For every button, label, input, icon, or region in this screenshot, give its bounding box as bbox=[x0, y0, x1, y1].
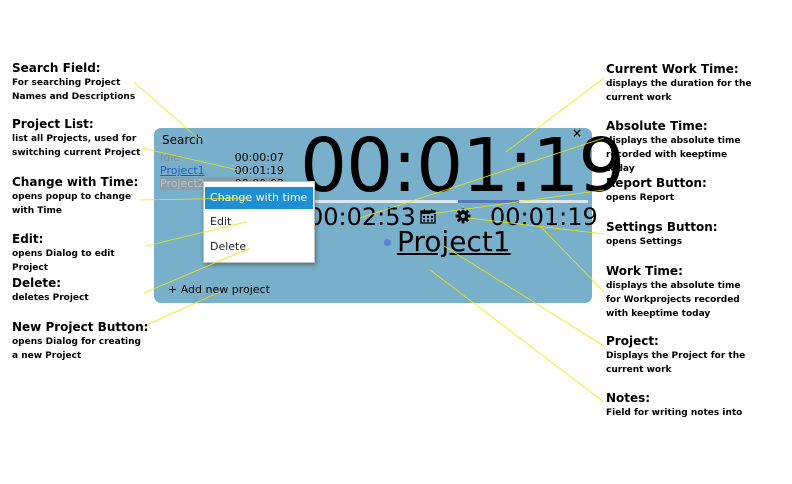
current-project-title[interactable]: Project1 bbox=[397, 226, 511, 258]
annotation-desc: displays the duration for the current wo… bbox=[606, 79, 752, 103]
project-name: Project1 bbox=[160, 164, 205, 177]
add-new-project-button[interactable]: + Add new project bbox=[168, 283, 270, 296]
annotation-desc: Displays the Project for the current wor… bbox=[606, 351, 746, 375]
project-time: 00:01:19 bbox=[234, 164, 284, 177]
annotation-title: Search Field: bbox=[12, 61, 101, 75]
project-name: Project2 bbox=[160, 177, 205, 190]
annotation-desc: opens popup to change with Time bbox=[12, 192, 132, 216]
project-list-item-idle[interactable]: Idle 00:00:07 bbox=[160, 151, 284, 164]
annotation-project: Project: Displays the Project for the cu… bbox=[606, 334, 756, 377]
calendar-icon[interactable] bbox=[420, 208, 436, 224]
annotation-desc: displays the absolute time recorded with… bbox=[606, 136, 741, 174]
annotation-desc: Field for writing notes into bbox=[606, 408, 743, 418]
menu-item-change-with-time[interactable]: Change with time bbox=[205, 187, 313, 209]
annotation-current-work-time: Current Work Time: displays the duration… bbox=[606, 62, 756, 105]
annotation-absolute-time: Absolute Time: displays the absolute tim… bbox=[606, 119, 756, 176]
annotation-settings-button: Settings Button: opens Settings bbox=[606, 220, 756, 249]
annotation-title: Edit: bbox=[12, 232, 44, 246]
annotation-title: Work Time: bbox=[606, 264, 683, 278]
annotation-desc: opens Report bbox=[606, 193, 675, 203]
menu-item-delete[interactable]: Delete bbox=[205, 236, 313, 258]
annotation-search-field: Search Field: For searching Project Name… bbox=[12, 61, 137, 104]
annotation-desc: opens Dialog for creating a new Project bbox=[12, 337, 141, 361]
project-name: Idle bbox=[160, 151, 181, 164]
annotation-work-time: Work Time: displays the absolute time fo… bbox=[606, 264, 756, 321]
annotation-title: Absolute Time: bbox=[606, 119, 708, 133]
menu-item-edit[interactable]: Edit bbox=[205, 211, 313, 233]
annotation-title: Current Work Time: bbox=[606, 62, 739, 76]
annotation-desc: opens Settings bbox=[606, 237, 683, 247]
close-button[interactable]: × bbox=[572, 126, 582, 140]
annotation-report-button: Report Button: opens Report bbox=[606, 176, 756, 205]
annotation-edit: Edit: opens Dialog to edit Project bbox=[12, 232, 152, 275]
annotation-desc: For searching Project Names and Descript… bbox=[12, 78, 136, 102]
annotation-desc: opens Dialog to edit Project bbox=[12, 249, 115, 273]
annotation-new-project-button: New Project Button: opens Dialog for cre… bbox=[12, 320, 149, 363]
gear-icon[interactable] bbox=[455, 208, 471, 224]
notes-field[interactable] bbox=[384, 239, 391, 246]
annotation-title: Project List: bbox=[12, 117, 94, 131]
annotation-title: Delete: bbox=[12, 276, 62, 290]
annotation-notes: Notes: Field for writing notes into bbox=[606, 391, 756, 420]
minimize-button[interactable]: _ bbox=[549, 123, 557, 142]
annotation-title: Change with Time: bbox=[12, 175, 139, 189]
annotation-title: New Project Button: bbox=[12, 320, 149, 334]
project-context-menu: Change with time Edit Delete bbox=[203, 181, 315, 263]
annotation-title: Project: bbox=[606, 334, 659, 348]
annotation-title: Report Button: bbox=[606, 176, 707, 190]
annotation-title: Settings Button: bbox=[606, 220, 718, 234]
project-list-item-project1[interactable]: Project1 00:01:19 bbox=[160, 164, 284, 177]
search-field[interactable]: Search bbox=[162, 133, 203, 147]
annotation-delete: Delete: deletes Project bbox=[12, 276, 147, 305]
annotation-desc: deletes Project bbox=[12, 293, 89, 303]
annotation-desc: displays the absolute time for Workproje… bbox=[606, 281, 741, 319]
project-time: 00:00:07 bbox=[234, 151, 284, 164]
annotation-title: Notes: bbox=[606, 391, 651, 405]
annotation-desc: list all Projects, used for switching cu… bbox=[12, 134, 141, 158]
annotation-change-with-time: Change with Time: opens popup to change … bbox=[12, 175, 139, 218]
annotation-project-list: Project List: list all Projects, used fo… bbox=[12, 117, 147, 160]
